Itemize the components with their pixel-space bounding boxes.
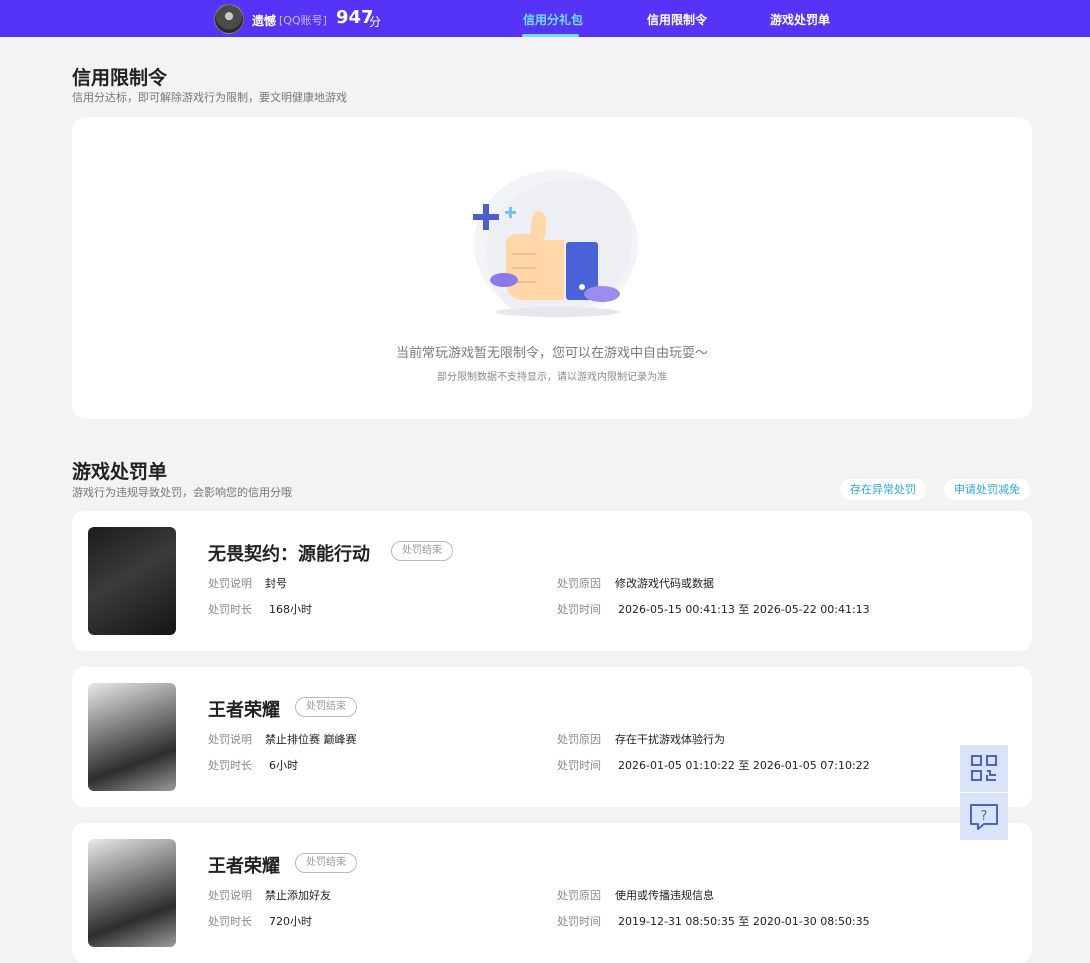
empty-state-note: 部分限制数据不支持显示，请以游戏内限制记录为准 (437, 372, 667, 383)
status-badge: 处罚结束 (295, 697, 357, 717)
reason-value: 存在干扰游戏体验行为 (615, 733, 725, 746)
desc-label: 处罚说明 (208, 733, 252, 746)
feedback-question-icon: ? (970, 804, 998, 830)
penalty-section-subtitle: 游戏行为违规导致处罚，会影响您的信用分哦 (72, 486, 292, 499)
penalty-card[interactable]: 王者荣耀 处罚结束 处罚说明 禁止排位赛 巅峰赛 处罚时长 6小时 处罚原因 存… (72, 667, 1032, 807)
duration-value: 6小时 (269, 759, 298, 772)
penalty-card[interactable]: 无畏契约：源能行动 处罚结束 处罚说明 封号 处罚时长 168小时 处罚原因 修… (72, 511, 1032, 651)
qr-code-button[interactable] (960, 745, 1008, 792)
tab-credit-restriction[interactable]: 信用限制令 (647, 11, 707, 28)
tab-credit-gift[interactable]: 信用分礼包 (523, 11, 583, 28)
desc-label: 处罚说明 (208, 577, 252, 590)
reason-label: 处罚原因 (557, 889, 601, 902)
apply-reduction-button[interactable]: 申请处罚减免 (944, 479, 1030, 500)
status-badge: 处罚结束 (295, 853, 357, 873)
time-label: 处罚时间 (557, 915, 601, 928)
penalty-section-title: 游戏处罚单 (72, 461, 168, 483)
reason-value: 使用或传播违规信息 (615, 889, 714, 902)
account-type: [QQ账号] (279, 14, 327, 27)
time-label: 处罚时间 (557, 603, 601, 616)
duration-value: 720小时 (269, 915, 312, 928)
restriction-empty-card: 当前常玩游戏暂无限制令，您可以在游戏中自由玩耍～ 部分限制数据不支持显示，请以游… (72, 117, 1032, 419)
restriction-section-subtitle: 信用分达标，即可解除游戏行为限制，要文明健康地游戏 (72, 91, 347, 104)
game-name: 王者荣耀 (208, 856, 280, 877)
credit-score: 947 (336, 7, 374, 28)
feedback-button[interactable]: ? (960, 793, 1008, 840)
desc-value: 封号 (265, 577, 287, 590)
penalty-card[interactable]: 王者荣耀 处罚结束 处罚说明 禁止添加好友 处罚时长 720小时 处罚原因 使用… (72, 823, 1032, 963)
active-tab-indicator (522, 34, 579, 37)
status-badge: 处罚结束 (391, 541, 453, 561)
game-name: 王者荣耀 (208, 700, 280, 721)
user-name: 遗憾 (252, 14, 277, 28)
duration-label: 处罚时长 (208, 603, 252, 616)
game-thumbnail (88, 839, 176, 947)
restriction-section-title: 信用限制令 (72, 67, 168, 89)
duration-label: 处罚时长 (208, 915, 252, 928)
desc-value: 禁止添加好友 (265, 889, 331, 902)
qr-code-icon (971, 755, 997, 781)
top-nav-bar: 遗憾 [QQ账号] 947 分 信用分礼包 信用限制令 游戏处罚单 (0, 0, 1090, 37)
time-value: 2026-01-05 01:10:22 至 2026-01-05 07:10:2… (618, 759, 870, 772)
avatar[interactable] (214, 4, 244, 34)
game-thumbnail (88, 527, 176, 635)
tab-game-penalty[interactable]: 游戏处罚单 (770, 11, 830, 28)
empty-state-message: 当前常玩游戏暂无限制令，您可以在游戏中自由玩耍～ (395, 346, 708, 361)
reason-value: 修改游戏代码或数据 (615, 577, 714, 590)
time-value: 2026-05-15 00:41:13 至 2026-05-22 00:41:1… (618, 603, 870, 616)
desc-label: 处罚说明 (208, 889, 252, 902)
desc-value: 禁止排位赛 巅峰赛 (265, 733, 357, 746)
reason-label: 处罚原因 (557, 733, 601, 746)
duration-label: 处罚时长 (208, 759, 252, 772)
duration-value: 168小时 (269, 603, 312, 616)
time-label: 处罚时间 (557, 759, 601, 772)
svg-text:?: ? (981, 809, 988, 824)
game-name: 无畏契约：源能行动 (208, 544, 370, 565)
time-value: 2019-12-31 08:50:35 至 2020-01-30 08:50:3… (618, 915, 870, 928)
reason-label: 处罚原因 (557, 577, 601, 590)
thumbs-up-illustration-icon (473, 170, 638, 318)
abnormal-penalty-button[interactable]: 存在异常处罚 (840, 479, 926, 500)
score-unit: 分 (369, 15, 382, 29)
game-thumbnail (88, 683, 176, 791)
